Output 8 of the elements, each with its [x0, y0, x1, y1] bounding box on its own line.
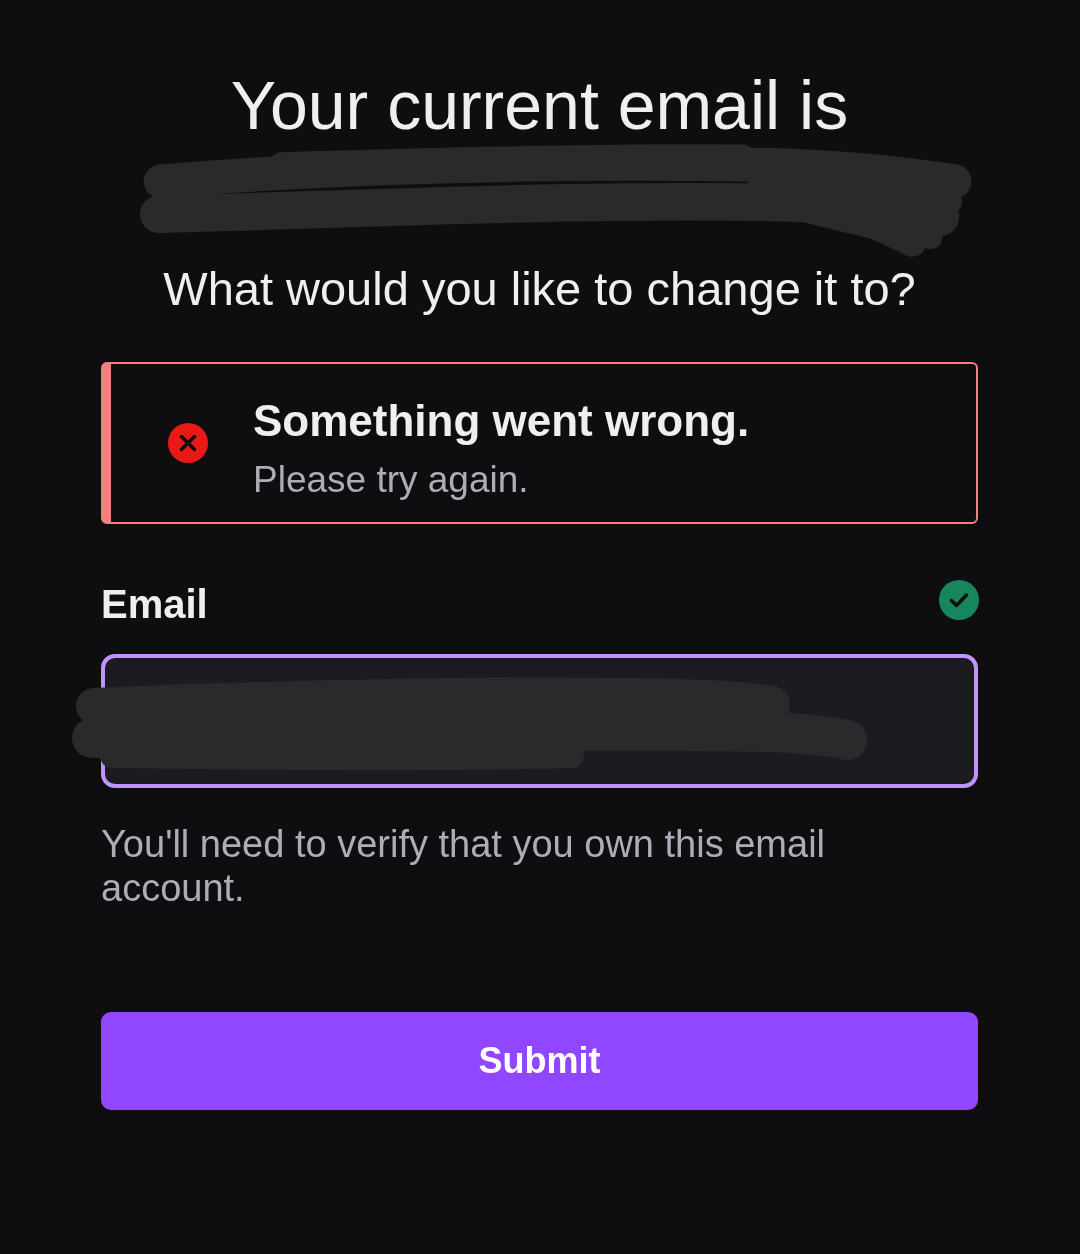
error-icon [168, 423, 208, 463]
submit-button[interactable]: Submit [101, 1012, 978, 1110]
alert-title: Something went wrong. [253, 396, 750, 446]
helper-text: You'll need to verify that you own this email account. [101, 822, 827, 910]
email-label: Email [101, 581, 208, 627]
page-heading: Your current email is [230, 66, 849, 145]
prompt-text: What would you like to change it to? [163, 265, 916, 313]
alert-message: Please try again. [253, 459, 530, 501]
